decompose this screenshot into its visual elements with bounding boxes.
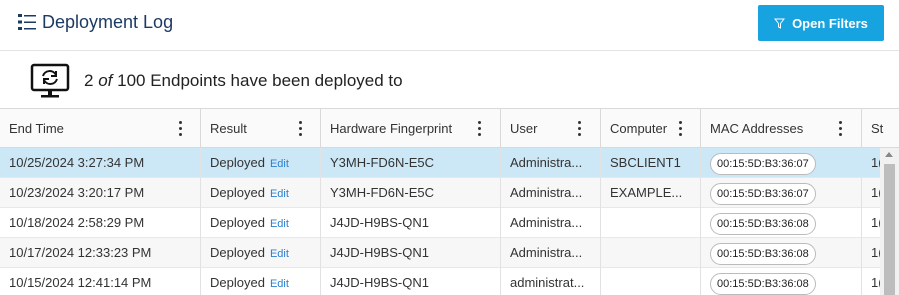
fingerprint-cell: J4JD-H9BS-QN1 [321,208,501,238]
mac-cell: 00:15:5D:B3:36:07 [701,148,862,178]
page-title: Deployment Log [42,11,174,32]
edit-link[interactable]: Edit [270,158,289,170]
column-header-end-time[interactable]: End Time [0,109,201,147]
table-row[interactable]: 10/25/2024 3:27:34 PM Deployed Edit Y3MH-… [0,148,880,178]
status-cell: 1( [871,275,880,290]
summary-rest: 100 Endpoints have been deployed to [117,71,403,90]
table-row[interactable]: 10/15/2024 12:41:14 PM Deployed Edit J4JD… [0,268,880,295]
summary-text: 2 of 100 Endpoints have been deployed to [84,71,403,91]
user-cell: Administra... [501,178,601,208]
mac-cell: 00:15:5D:B3:36:08 [701,208,862,238]
table-header: End Time Result Hardware Fingerprint Use… [0,109,899,148]
edit-link[interactable]: Edit [270,248,289,260]
column-label: St [871,121,884,136]
kebab-menu-icon[interactable] [679,121,683,136]
mac-address-chip: 00:15:5D:B3:36:08 [710,273,816,295]
fingerprint-cell: J4JD-H9BS-QN1 [321,238,501,268]
end-time-cell: 10/18/2024 2:58:29 PM [0,208,201,238]
title-group: Deployment Log [16,11,173,33]
result-cell: Deployed Edit [201,238,321,268]
table-row[interactable]: 10/17/2024 12:33:23 PM Deployed Edit J4JD… [0,238,880,268]
column-label: End Time [9,121,64,136]
open-filters-button[interactable]: Open Filters [758,5,884,41]
filter-icon [774,18,786,29]
end-time-cell: 10/25/2024 3:27:34 PM [0,148,201,178]
result-value: Deployed [210,155,265,170]
vertical-scrollbar[interactable] [880,148,899,295]
fingerprint-cell: Y3MH-FD6N-E5C [321,178,501,208]
result-cell: Deployed Edit [201,178,321,208]
list-icon [18,14,36,30]
result-cell: Deployed Edit [201,148,321,178]
end-time-cell: 10/17/2024 12:33:23 PM [0,238,201,268]
kebab-menu-icon[interactable] [179,121,183,136]
mac-cell: 00:15:5D:B3:36:08 [701,268,862,295]
edit-link[interactable]: Edit [270,218,289,230]
column-label: Hardware Fingerprint [330,121,453,136]
result-value: Deployed [210,215,265,230]
computer-cell [601,238,701,268]
kebab-menu-icon[interactable] [578,121,582,136]
user-cell: administrat... [501,268,601,295]
result-cell: Deployed Edit [201,208,321,238]
status-cell: 1( [871,215,880,230]
deployment-summary: 2 of 100 Endpoints have been deployed to [30,63,403,99]
edit-link[interactable]: Edit [270,278,289,290]
column-header-computer[interactable]: Computer [601,109,701,147]
user-cell: Administra... [501,208,601,238]
table-row[interactable]: 10/23/2024 3:20:17 PM Deployed Edit Y3MH-… [0,178,880,208]
scroll-up-arrow-icon[interactable] [885,152,893,157]
column-header-mac-addresses[interactable]: MAC Addresses [701,109,862,147]
status-cell: 1( [871,185,880,200]
edit-link[interactable]: Edit [270,188,289,200]
open-filters-label: Open Filters [792,15,868,31]
computer-cell [601,268,701,295]
computer-cell [601,208,701,238]
result-value: Deployed [210,185,265,200]
kebab-menu-icon[interactable] [478,121,482,136]
summary-of: of [98,71,113,90]
monitor-sync-icon [30,63,70,98]
mac-address-chip: 00:15:5D:B3:36:07 [710,183,816,205]
result-cell: Deployed Edit [201,268,321,295]
result-value: Deployed [210,275,265,290]
result-value: Deployed [210,245,265,260]
deployment-table: End Time Result Hardware Fingerprint Use… [0,108,899,295]
table-row[interactable]: 10/18/2024 2:58:29 PM Deployed Edit J4JD-… [0,208,880,238]
column-header-hardware-fingerprint[interactable]: Hardware Fingerprint [321,109,501,147]
mac-cell: 00:15:5D:B3:36:07 [701,178,862,208]
kebab-menu-icon[interactable] [299,121,303,136]
column-label: Result [210,121,247,136]
kebab-menu-icon[interactable] [839,121,843,136]
user-cell: Administra... [501,238,601,268]
column-header-result[interactable]: Result [201,109,321,147]
scrollbar-thumb[interactable] [884,164,895,295]
user-cell: Administra... [501,148,601,178]
mac-address-chip: 00:15:5D:B3:36:07 [710,153,816,175]
fingerprint-cell: J4JD-H9BS-QN1 [321,268,501,295]
status-cell: 1( [871,155,880,170]
column-label: Computer [610,121,668,136]
end-time-cell: 10/23/2024 3:20:17 PM [0,178,201,208]
page-header: Deployment Log Open Filters [0,0,899,51]
mac-address-chip: 00:15:5D:B3:36:08 [710,243,816,265]
mac-cell: 00:15:5D:B3:36:08 [701,238,862,268]
mac-address-chip: 00:15:5D:B3:36:08 [710,213,816,235]
column-label: MAC Addresses [710,121,804,136]
fingerprint-cell: Y3MH-FD6N-E5C [321,148,501,178]
column-header-user[interactable]: User [501,109,601,147]
computer-cell: SBCLIENT1 [601,148,701,178]
computer-cell: EXAMPLE... [601,178,701,208]
summary-count: 2 [84,71,94,90]
end-time-cell: 10/15/2024 12:41:14 PM [0,268,201,295]
column-header-status[interactable]: St [862,109,899,147]
status-cell: 1( [871,245,880,260]
column-label: User [510,121,538,136]
